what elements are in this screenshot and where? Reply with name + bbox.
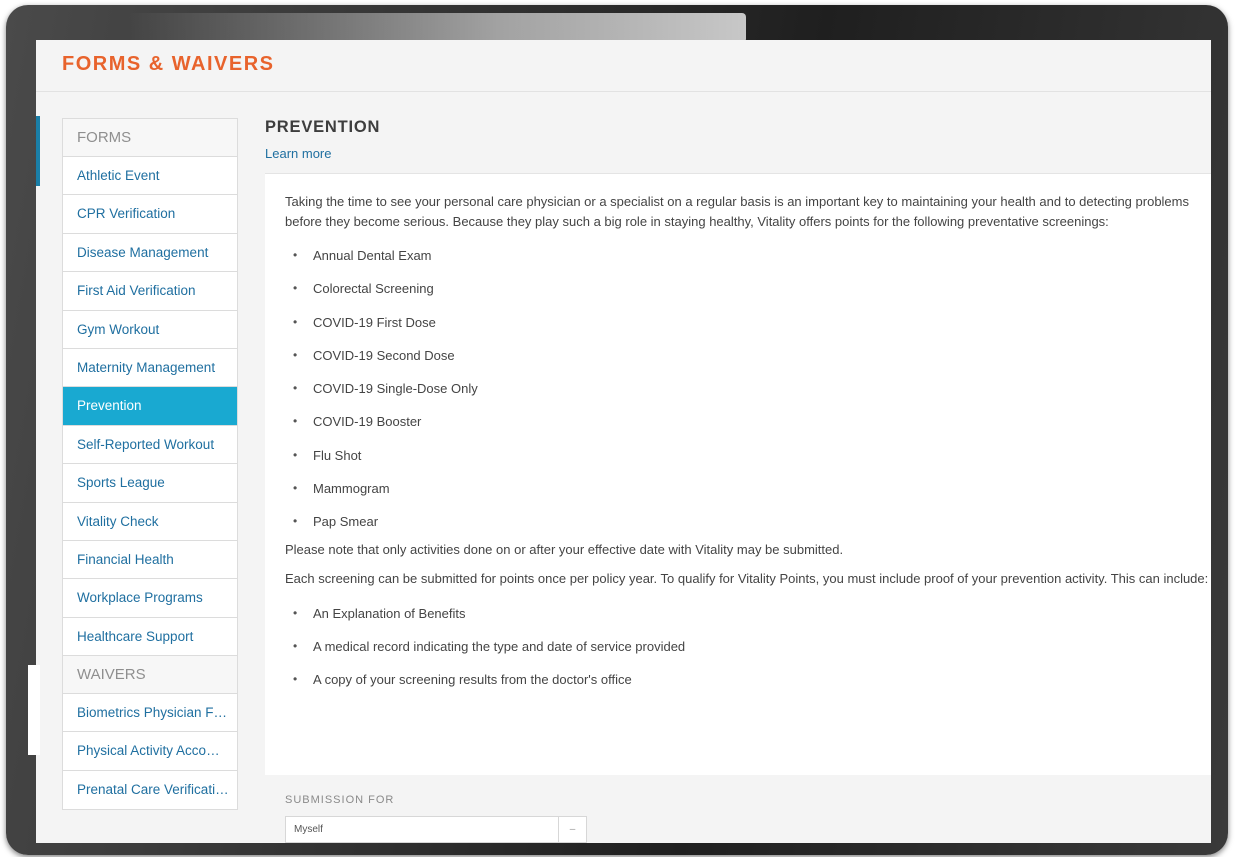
sidebar-item-prevention[interactable]: Prevention: [63, 387, 237, 426]
proof-list: An Explanation of Benefits A medical rec…: [285, 604, 1211, 704]
list-item: COVID-19 First Dose: [285, 313, 1211, 346]
sidebar-item-maternity-management[interactable]: Maternity Management: [63, 348, 237, 388]
sidebar-item-cpr-verification[interactable]: CPR Verification: [63, 195, 237, 234]
page-title: FORMS & WAIVERS: [62, 53, 275, 75]
sidebar-item-physical-activity[interactable]: Physical Activity Accommodation: [63, 732, 237, 771]
sidebar-section-forms: FORMS: [63, 119, 237, 157]
list-item: Mammogram: [285, 479, 1211, 512]
sidebar-item-prenatal-care[interactable]: Prenatal Care Verification: [63, 770, 237, 810]
list-item: COVID-19 Single-Dose Only: [285, 379, 1211, 412]
list-item: Colorectal Screening: [285, 279, 1211, 312]
sidebar-item-disease-management[interactable]: Disease Management: [63, 233, 237, 273]
sidebar-item-workplace-programs[interactable]: Workplace Programs: [63, 579, 237, 618]
list-item: A medical record indicating the type and…: [285, 637, 1211, 670]
prevention-content: Taking the time to see your personal car…: [265, 173, 1211, 775]
sidebar-item-gym-workout[interactable]: Gym Workout: [63, 310, 237, 349]
sidebar-item-vitality-check[interactable]: Vitality Check: [63, 502, 237, 541]
screenings-list: Annual Dental Exam Colorectal Screening …: [285, 246, 1211, 546]
app-screen: FORMS & WAIVERS FORMS Athletic Event CPR…: [36, 40, 1211, 843]
list-item: COVID-19 Booster: [285, 412, 1211, 445]
section-title: PREVENTION: [265, 118, 381, 136]
sidebar-item-sports-league[interactable]: Sports League: [63, 464, 237, 503]
content-text: Taking the time to see your personal car…: [285, 192, 1211, 704]
list-item: An Explanation of Benefits: [285, 604, 1211, 637]
left-accent-bar: [36, 116, 40, 186]
sidebar-item-athletic-event[interactable]: Athletic Event: [63, 157, 237, 196]
list-item: Annual Dental Exam: [285, 246, 1211, 279]
learn-more-link[interactable]: Learn more: [265, 146, 331, 161]
page-header: FORMS & WAIVERS: [36, 40, 1211, 92]
frame-notch: [28, 665, 40, 755]
submission-for-select[interactable]: Myself –: [285, 816, 587, 843]
sidebar-item-biometrics-physician[interactable]: Biometrics Physician Form: [63, 694, 237, 733]
list-item: Flu Shot: [285, 446, 1211, 479]
sidebar-item-self-reported-workout[interactable]: Self-Reported Workout: [63, 425, 237, 465]
proof-paragraph: Each screening can be submitted for poin…: [285, 571, 1209, 587]
screen-glare: [126, 13, 746, 43]
submission-for-label: SUBMISSION FOR: [285, 794, 395, 806]
sidebar-item-first-aid-verification[interactable]: First Aid Verification: [63, 272, 237, 311]
sidebar-section-waivers: WAIVERS: [63, 656, 237, 695]
list-item: COVID-19 Second Dose: [285, 346, 1211, 379]
list-item: Pap Smear: [285, 512, 1211, 545]
sidebar-item-financial-health[interactable]: Financial Health: [63, 540, 237, 580]
sidebar-item-healthcare-support[interactable]: Healthcare Support: [63, 617, 237, 657]
list-item: A copy of your screening results from th…: [285, 670, 1211, 703]
chevron-down-icon[interactable]: –: [558, 817, 586, 842]
forms-sidebar: FORMS Athletic Event CPR Verification Di…: [62, 118, 238, 811]
intro-paragraph: Taking the time to see your personal car…: [285, 194, 1189, 229]
submission-for-value: Myself: [294, 824, 323, 835]
